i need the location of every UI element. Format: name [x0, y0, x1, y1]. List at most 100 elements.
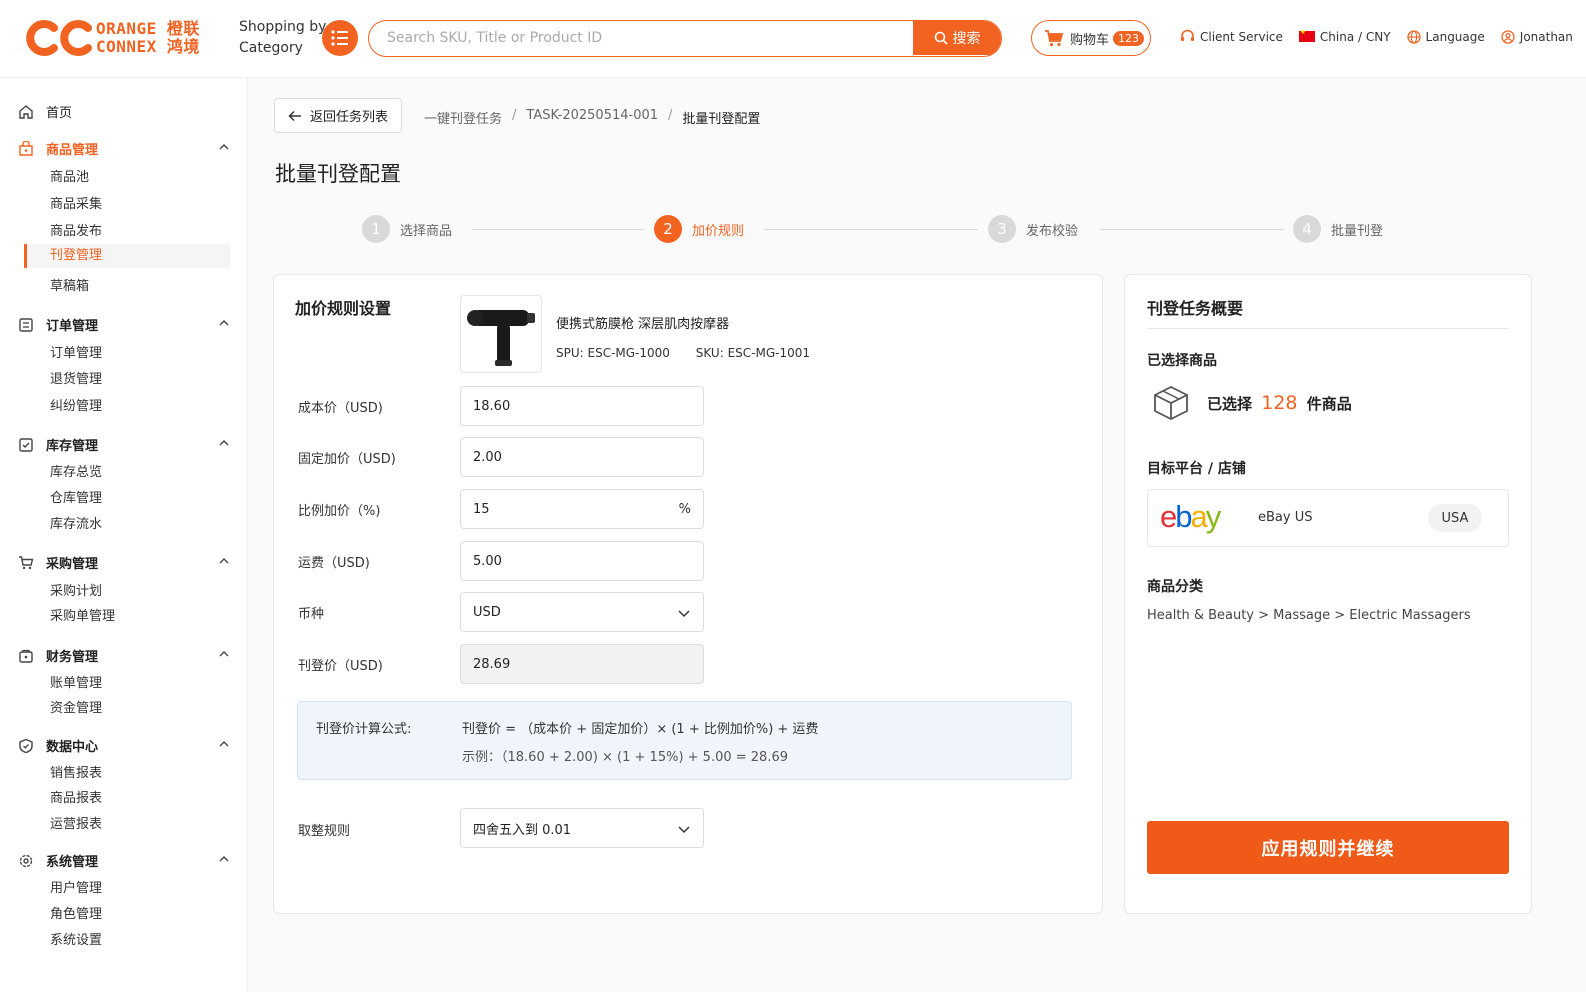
step-4: 4 批量刊登: [1293, 215, 1384, 243]
sidebar-item-inventory-overview[interactable]: 库存总览: [50, 461, 102, 480]
fixed-markup-input[interactable]: 2.00: [460, 437, 704, 477]
currency-value: USD: [473, 604, 501, 620]
percent-markup-input[interactable]: 15 %: [460, 489, 704, 529]
step-label: 选择商品: [400, 223, 453, 239]
logo[interactable]: ORANGE 橙联 CONNEX 鸿境: [24, 18, 200, 58]
home-icon: [19, 104, 33, 119]
apply-rules-continue-button[interactable]: 应用规则并继续: [1147, 821, 1509, 874]
cost-price-input[interactable]: 18.60: [460, 386, 704, 426]
sidebar-group-system[interactable]: 系统管理: [18, 851, 230, 870]
selected-count: 128: [1261, 392, 1298, 414]
rounding-rule-label: 取整规则: [298, 824, 351, 839]
sidebar-item-label: 首页: [46, 106, 73, 121]
chevron-up-icon: [219, 558, 229, 564]
sidebar-item-product-publish[interactable]: 商品发布: [50, 220, 102, 239]
store-name: eBay US: [1258, 510, 1313, 525]
user-menu[interactable]: Jonathan: [1501, 30, 1573, 44]
sidebar-item-users[interactable]: 用户管理: [50, 877, 102, 896]
shopping-by-category-label[interactable]: Shopping by Category: [239, 17, 326, 59]
step-1: 1 选择商品: [362, 215, 453, 243]
sidebar-group-finance[interactable]: 财务管理: [18, 646, 230, 665]
breadcrumb-item[interactable]: 一键刊登任务: [424, 108, 502, 127]
summary-title: 刊登任务概要: [1147, 299, 1244, 318]
sidebar-item-sales-report[interactable]: 销售报表: [50, 762, 102, 781]
sidebar-group-data-center[interactable]: 数据中心: [18, 736, 230, 755]
selected-prefix: 已选择: [1207, 395, 1253, 413]
step-connector: [1100, 229, 1284, 230]
language-selector[interactable]: Language: [1406, 29, 1485, 44]
target-platform-heading: 目标平台 / 店铺: [1147, 461, 1246, 477]
product-image: [460, 295, 542, 373]
breadcrumb-separator: /: [512, 108, 517, 123]
step-number: 3: [988, 215, 1016, 243]
search-button[interactable]: 搜索: [913, 21, 1001, 55]
formula-text: 刊登价 = （成本价 + 固定加价）× (1 + 比例加价%) + 运费: [462, 722, 819, 737]
sidebar-group-products[interactable]: 商品管理: [18, 139, 230, 158]
listing-price-output: 28.69: [460, 644, 704, 684]
sidebar-group-label: 订单管理: [46, 319, 99, 334]
region-selector[interactable]: China / CNY: [1298, 28, 1391, 44]
sidebar-item-drafts[interactable]: 草稿箱: [50, 275, 89, 294]
sidebar-item-returns[interactable]: 退货管理: [50, 368, 102, 387]
cart-button[interactable]: 购物车 123: [1031, 20, 1151, 56]
sidebar-item-operations-report[interactable]: 运营报表: [50, 813, 102, 832]
order-icon: [19, 317, 33, 332]
formula-label: 刊登价计算公式:: [316, 722, 412, 737]
breadcrumb-current: 批量刊登配置: [682, 112, 761, 127]
sidebar-item-purchase-orders[interactable]: 采购单管理: [50, 605, 115, 624]
product-spu: SPU: ESC-MG-1000: [556, 346, 670, 360]
sidebar-group-purchasing[interactable]: 采购管理: [18, 553, 230, 572]
currency-select[interactable]: USD: [460, 592, 704, 632]
sidebar-item-funds[interactable]: 资金管理: [50, 697, 102, 716]
sidebar-item-purchase-plan[interactable]: 采购计划: [50, 580, 102, 599]
sidebar-item-home[interactable]: 首页: [18, 102, 230, 121]
progress-steps: 1 选择商品 2 加价规则 3 发布校验 4 批量刊登: [362, 215, 1392, 247]
sidebar-item-product-report[interactable]: 商品报表: [50, 787, 102, 806]
client-service-link[interactable]: Client Service: [1180, 29, 1283, 44]
step-label: 批量刊登: [1331, 223, 1384, 239]
selected-products-heading: 已选择商品: [1147, 353, 1217, 369]
page-title: 批量刊登配置: [275, 162, 401, 186]
search-input[interactable]: [369, 21, 915, 55]
user-icon: [1501, 29, 1515, 44]
sidebar-item-roles[interactable]: 角色管理: [50, 903, 102, 922]
top-links: Client Service China / CNY Language Jona…: [1180, 28, 1573, 44]
sidebar-group-orders[interactable]: 订单管理: [18, 315, 230, 334]
back-button-label: 返回任务列表: [309, 110, 388, 125]
breadcrumb-item[interactable]: TASK-20250514-001: [526, 108, 658, 127]
sidebar-item-product-collect[interactable]: 商品采集: [50, 193, 102, 212]
sidebar-group-inventory[interactable]: 库存管理: [18, 435, 230, 454]
sidebar-item-bills[interactable]: 账单管理: [50, 672, 102, 691]
inventory-icon: [19, 437, 33, 452]
sidebar-item-inventory-flow[interactable]: 库存流水: [50, 513, 102, 532]
divider: [1147, 328, 1509, 329]
sidebar-item-disputes[interactable]: 纠纷管理: [50, 395, 102, 414]
sidebar-item-settings[interactable]: 系统设置: [50, 929, 102, 948]
shipping-fee-value: 5.00: [473, 553, 502, 569]
sidebar-item-listing-management[interactable]: 刊登管理: [24, 244, 230, 268]
step-label: 发布校验: [1026, 223, 1079, 239]
rounding-rule-select[interactable]: 四舍五入到 0.01: [460, 808, 704, 848]
sidebar-item-order-management[interactable]: 订单管理: [50, 342, 102, 361]
sidebar-group-label: 财务管理: [46, 650, 99, 665]
logo-mark-icon: [24, 18, 94, 58]
percent-markup-label: 比例加价（%): [298, 504, 381, 519]
sidebar-item-product-pool[interactable]: 商品池: [50, 166, 89, 185]
category-menu-button[interactable]: [322, 20, 358, 56]
search-bar: 搜索: [368, 20, 1002, 57]
back-to-task-list-button[interactable]: 返回任务列表: [274, 98, 402, 133]
chevron-up-icon: [219, 320, 229, 326]
gear-icon: [19, 854, 33, 867]
product-codes: SPU: ESC-MG-1000 SKU: ESC-MG-1001: [556, 346, 832, 360]
language-label: Language: [1425, 29, 1485, 44]
store-card[interactable]: ebay eBay US USA: [1147, 489, 1509, 547]
listing-price-label: 刊登价（USD): [298, 659, 383, 674]
selected-products-count: 已选择 128 件商品: [1151, 383, 1352, 423]
selected-suffix: 件商品: [1306, 395, 1352, 413]
sidebar-group-label: 采购管理: [46, 557, 99, 572]
sidebar-group-label: 数据中心: [46, 740, 99, 755]
chevron-down-icon: [678, 610, 690, 618]
sidebar-item-warehouse[interactable]: 仓库管理: [50, 487, 102, 506]
shipping-fee-input[interactable]: 5.00: [460, 541, 704, 581]
shield-icon: [19, 738, 33, 753]
